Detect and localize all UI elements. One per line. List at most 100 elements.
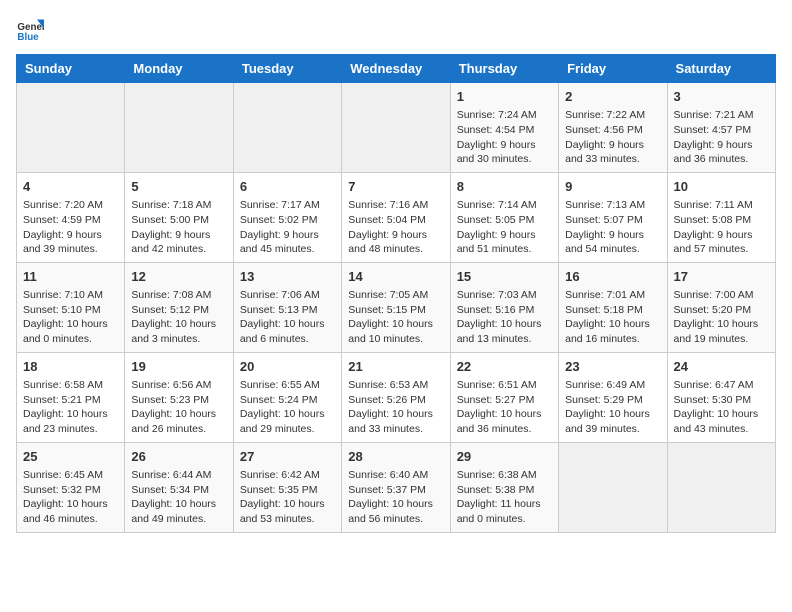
day-cell: 8Sunrise: 7:14 AM Sunset: 5:05 PM Daylig… [450, 172, 558, 262]
day-cell: 6 Sunrise: 7:17 AM Sunset: 5:02 PM Daylig… [233, 172, 341, 262]
day-info: Sunrise: 6:42 AM Sunset: 5:35 PM Dayligh… [240, 468, 335, 527]
day-number: 11 [23, 268, 118, 286]
day-info: Sunrise: 6:38 AM Sunset: 5:38 PM Dayligh… [457, 468, 552, 527]
day-cell: 4 Sunrise: 7:20 AM Sunset: 4:59 PM Daylig… [17, 172, 125, 262]
week-row-1: 1Sunrise: 7:24 AM Sunset: 4:54 PM Daylig… [17, 83, 776, 173]
calendar-table: SundayMondayTuesdayWednesdayThursdayFrid… [16, 54, 776, 533]
day-info: Sunrise: 7:20 AM Sunset: 4:59 PM Dayligh… [23, 198, 118, 257]
day-info: Sunrise: 6:45 AM Sunset: 5:32 PM Dayligh… [23, 468, 118, 527]
week-row-5: 25 Sunrise: 6:45 AM Sunset: 5:32 PM Dayli… [17, 442, 776, 532]
day-cell [17, 83, 125, 173]
logo-icon: General Blue [16, 16, 44, 44]
weekday-header-wednesday: Wednesday [342, 55, 450, 83]
day-info: Sunrise: 7:17 AM Sunset: 5:02 PM Dayligh… [240, 198, 335, 257]
day-number: 16 [565, 268, 660, 286]
day-info: Sunrise: 6:55 AM Sunset: 5:24 PM Dayligh… [240, 378, 335, 437]
day-info: Sunrise: 6:44 AM Sunset: 5:34 PM Dayligh… [131, 468, 226, 527]
day-info: Sunrise: 7:21 AM Sunset: 4:57 PM Dayligh… [674, 108, 769, 167]
day-cell: 18 Sunrise: 6:58 AM Sunset: 5:21 PM Dayli… [17, 352, 125, 442]
day-cell [559, 442, 667, 532]
day-number: 10 [674, 178, 769, 196]
day-info: Sunrise: 6:47 AM Sunset: 5:30 PM Dayligh… [674, 378, 769, 437]
day-info: Sunrise: 6:53 AM Sunset: 5:26 PM Dayligh… [348, 378, 443, 437]
day-number: 27 [240, 448, 335, 466]
day-info: Sunrise: 7:06 AM Sunset: 5:13 PM Dayligh… [240, 288, 335, 347]
day-cell: 16 Sunrise: 7:01 AM Sunset: 5:18 PM Dayli… [559, 262, 667, 352]
day-cell: 3 Sunrise: 7:21 AM Sunset: 4:57 PM Daylig… [667, 83, 775, 173]
day-cell [233, 83, 341, 173]
day-cell [667, 442, 775, 532]
logo: General Blue [16, 16, 48, 44]
day-cell: 23Sunrise: 6:49 AM Sunset: 5:29 PM Dayli… [559, 352, 667, 442]
day-number: 5 [131, 178, 226, 196]
day-cell: 24 Sunrise: 6:47 AM Sunset: 5:30 PM Dayli… [667, 352, 775, 442]
day-info: Sunrise: 7:08 AM Sunset: 5:12 PM Dayligh… [131, 288, 226, 347]
day-cell: 14 Sunrise: 7:05 AM Sunset: 5:15 PM Dayli… [342, 262, 450, 352]
day-info: Sunrise: 6:51 AM Sunset: 5:27 PM Dayligh… [457, 378, 552, 437]
day-number: 13 [240, 268, 335, 286]
day-cell: 5Sunrise: 7:18 AM Sunset: 5:00 PM Daylig… [125, 172, 233, 262]
day-cell: 1Sunrise: 7:24 AM Sunset: 4:54 PM Daylig… [450, 83, 558, 173]
day-number: 3 [674, 88, 769, 106]
day-number: 1 [457, 88, 552, 106]
day-number: 9 [565, 178, 660, 196]
day-info: Sunrise: 7:22 AM Sunset: 4:56 PM Dayligh… [565, 108, 660, 167]
weekday-header-saturday: Saturday [667, 55, 775, 83]
day-cell: 22 Sunrise: 6:51 AM Sunset: 5:27 PM Dayli… [450, 352, 558, 442]
day-cell [125, 83, 233, 173]
weekday-header-tuesday: Tuesday [233, 55, 341, 83]
day-number: 6 [240, 178, 335, 196]
day-cell: 27 Sunrise: 6:42 AM Sunset: 5:35 PM Dayli… [233, 442, 341, 532]
day-number: 8 [457, 178, 552, 196]
weekday-header-row: SundayMondayTuesdayWednesdayThursdayFrid… [17, 55, 776, 83]
day-cell: 25 Sunrise: 6:45 AM Sunset: 5:32 PM Dayli… [17, 442, 125, 532]
day-cell: 15 Sunrise: 7:03 AM Sunset: 5:16 PM Dayli… [450, 262, 558, 352]
day-number: 25 [23, 448, 118, 466]
day-info: Sunrise: 7:16 AM Sunset: 5:04 PM Dayligh… [348, 198, 443, 257]
day-cell: 9 Sunrise: 7:13 AM Sunset: 5:07 PM Daylig… [559, 172, 667, 262]
day-number: 26 [131, 448, 226, 466]
day-info: Sunrise: 7:01 AM Sunset: 5:18 PM Dayligh… [565, 288, 660, 347]
day-number: 19 [131, 358, 226, 376]
weekday-header-thursday: Thursday [450, 55, 558, 83]
svg-text:Blue: Blue [17, 32, 39, 43]
day-number: 20 [240, 358, 335, 376]
day-info: Sunrise: 7:10 AM Sunset: 5:10 PM Dayligh… [23, 288, 118, 347]
day-cell [342, 83, 450, 173]
day-number: 24 [674, 358, 769, 376]
day-info: Sunrise: 6:49 AM Sunset: 5:29 PM Dayligh… [565, 378, 660, 437]
day-info: Sunrise: 7:13 AM Sunset: 5:07 PM Dayligh… [565, 198, 660, 257]
day-cell: 28Sunrise: 6:40 AM Sunset: 5:37 PM Dayli… [342, 442, 450, 532]
week-row-3: 11 Sunrise: 7:10 AM Sunset: 5:10 PM Dayli… [17, 262, 776, 352]
day-number: 14 [348, 268, 443, 286]
day-cell: 7 Sunrise: 7:16 AM Sunset: 5:04 PM Daylig… [342, 172, 450, 262]
day-number: 2 [565, 88, 660, 106]
day-info: Sunrise: 7:11 AM Sunset: 5:08 PM Dayligh… [674, 198, 769, 257]
day-cell: 29 Sunrise: 6:38 AM Sunset: 5:38 PM Dayli… [450, 442, 558, 532]
day-cell: 10 Sunrise: 7:11 AM Sunset: 5:08 PM Dayli… [667, 172, 775, 262]
day-number: 15 [457, 268, 552, 286]
day-cell: 12 Sunrise: 7:08 AM Sunset: 5:12 PM Dayli… [125, 262, 233, 352]
day-number: 7 [348, 178, 443, 196]
day-cell: 13 Sunrise: 7:06 AM Sunset: 5:13 PM Dayli… [233, 262, 341, 352]
day-cell: 17Sunrise: 7:00 AM Sunset: 5:20 PM Dayli… [667, 262, 775, 352]
day-cell: 2 Sunrise: 7:22 AM Sunset: 4:56 PM Daylig… [559, 83, 667, 173]
day-cell: 19 Sunrise: 6:56 AM Sunset: 5:23 PM Dayli… [125, 352, 233, 442]
day-number: 21 [348, 358, 443, 376]
day-number: 28 [348, 448, 443, 466]
day-number: 18 [23, 358, 118, 376]
day-number: 17 [674, 268, 769, 286]
week-row-2: 4 Sunrise: 7:20 AM Sunset: 4:59 PM Daylig… [17, 172, 776, 262]
day-number: 4 [23, 178, 118, 196]
day-cell: 21 Sunrise: 6:53 AM Sunset: 5:26 PM Dayli… [342, 352, 450, 442]
day-number: 22 [457, 358, 552, 376]
day-cell: 26 Sunrise: 6:44 AM Sunset: 5:34 PM Dayli… [125, 442, 233, 532]
day-info: Sunrise: 6:58 AM Sunset: 5:21 PM Dayligh… [23, 378, 118, 437]
day-info: Sunrise: 7:05 AM Sunset: 5:15 PM Dayligh… [348, 288, 443, 347]
weekday-header-monday: Monday [125, 55, 233, 83]
weekday-header-sunday: Sunday [17, 55, 125, 83]
day-number: 12 [131, 268, 226, 286]
day-info: Sunrise: 7:03 AM Sunset: 5:16 PM Dayligh… [457, 288, 552, 347]
day-number: 29 [457, 448, 552, 466]
day-info: Sunrise: 6:56 AM Sunset: 5:23 PM Dayligh… [131, 378, 226, 437]
